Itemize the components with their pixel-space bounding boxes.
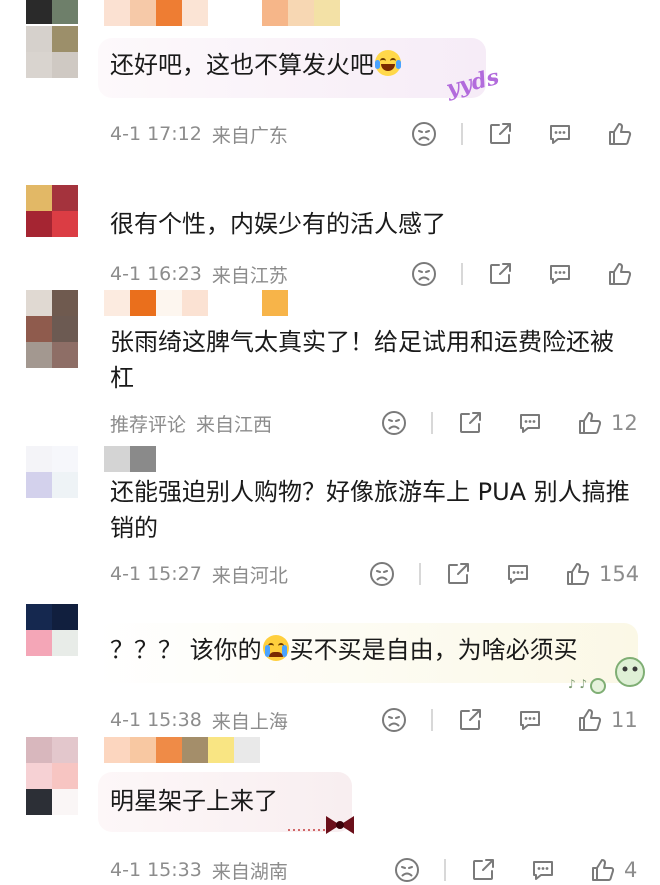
divider bbox=[431, 709, 433, 731]
comment-actions: 154 bbox=[0, 559, 660, 589]
divider bbox=[431, 412, 433, 434]
sad-face-icon bbox=[382, 708, 406, 732]
comment-text: 还好吧，这也不算发火吧 bbox=[110, 47, 645, 83]
like-button[interactable]: 12 bbox=[577, 408, 638, 438]
divider bbox=[461, 263, 463, 285]
dislike-button[interactable] bbox=[394, 855, 420, 885]
comment-actions: 12 bbox=[0, 408, 660, 438]
bow-sticker-icon bbox=[288, 816, 354, 834]
like-count: 12 bbox=[611, 411, 638, 435]
thumbs-up-icon bbox=[567, 563, 590, 585]
comment-icon bbox=[520, 711, 540, 730]
divider bbox=[444, 859, 446, 881]
comment-text: 很有个性，内娱少有的活人感了 bbox=[110, 210, 446, 238]
share-icon bbox=[473, 859, 494, 880]
sad-face-icon bbox=[395, 858, 419, 882]
comment-actions bbox=[0, 259, 660, 289]
comment-icon bbox=[508, 565, 528, 584]
share-button[interactable] bbox=[457, 705, 483, 735]
like-button[interactable]: 154 bbox=[565, 559, 639, 589]
sad-face-icon bbox=[370, 562, 394, 586]
thumbs-up-icon bbox=[579, 709, 602, 731]
share-button[interactable] bbox=[445, 559, 471, 589]
reply-button[interactable] bbox=[505, 559, 531, 589]
comment-actions bbox=[0, 119, 660, 149]
sad-face-icon bbox=[412, 262, 436, 286]
avatar[interactable] bbox=[26, 604, 78, 656]
like-count: 154 bbox=[599, 562, 640, 586]
comment-icon bbox=[533, 861, 553, 880]
username-blurred[interactable] bbox=[104, 737, 260, 763]
username-blurred[interactable] bbox=[104, 0, 208, 26]
dislike-button[interactable] bbox=[369, 559, 395, 589]
thumbs-up-icon bbox=[579, 412, 602, 434]
reply-button[interactable] bbox=[530, 855, 556, 885]
comment-actions: 11 bbox=[0, 705, 660, 735]
reply-button[interactable] bbox=[547, 259, 573, 289]
dislike-button[interactable] bbox=[381, 408, 407, 438]
comment-icon bbox=[550, 125, 570, 144]
username-blurred[interactable] bbox=[262, 290, 288, 316]
comment-text: ？？？ 该你的 买不买是自由，为啥必须买 bbox=[110, 635, 578, 664]
avatar[interactable] bbox=[26, 26, 78, 78]
thumbs-up-icon bbox=[609, 123, 632, 145]
like-button[interactable]: 11 bbox=[577, 705, 638, 735]
crying-emoji-icon bbox=[262, 635, 289, 661]
avatar[interactable] bbox=[26, 446, 78, 498]
share-icon bbox=[490, 263, 511, 284]
share-icon bbox=[490, 123, 511, 144]
sad-face-icon bbox=[412, 122, 436, 146]
laughing-emoji-icon bbox=[375, 50, 401, 76]
share-button[interactable] bbox=[470, 855, 496, 885]
share-button[interactable] bbox=[487, 259, 513, 289]
share-button[interactable] bbox=[487, 119, 513, 149]
svg-text:♪ ♪: ♪ ♪ bbox=[568, 677, 587, 691]
dislike-button[interactable] bbox=[381, 705, 407, 735]
share-button[interactable] bbox=[457, 408, 483, 438]
reply-button[interactable] bbox=[517, 705, 543, 735]
divider bbox=[419, 563, 421, 585]
dislike-button[interactable] bbox=[411, 259, 437, 289]
thumbs-up-icon bbox=[609, 263, 632, 285]
avatar[interactable] bbox=[26, 290, 78, 368]
comment-text: 张雨绮这脾气太真实了！给足试用和运费险还被杠 bbox=[110, 328, 614, 392]
username-blurred[interactable] bbox=[262, 0, 340, 26]
sad-face-icon bbox=[382, 411, 406, 435]
cartoon-sticker-icon: ♪ ♪ bbox=[568, 657, 645, 694]
like-button[interactable]: 4 bbox=[590, 855, 637, 885]
share-icon bbox=[448, 563, 469, 584]
avatar[interactable] bbox=[26, 737, 78, 815]
like-count: 4 bbox=[624, 858, 638, 882]
like-count: 11 bbox=[611, 708, 638, 732]
reply-button[interactable] bbox=[517, 408, 543, 438]
comment-text: 明星架子上来了 bbox=[110, 787, 278, 815]
like-button[interactable] bbox=[607, 119, 641, 149]
avatar[interactable] bbox=[26, 0, 78, 24]
dislike-button[interactable] bbox=[411, 119, 437, 149]
divider bbox=[461, 123, 463, 145]
like-button[interactable] bbox=[607, 259, 641, 289]
comment-icon bbox=[520, 414, 540, 433]
avatar[interactable] bbox=[26, 185, 78, 237]
reply-button[interactable] bbox=[547, 119, 573, 149]
share-icon bbox=[460, 709, 481, 730]
comment-icon bbox=[550, 265, 570, 284]
username-blurred[interactable] bbox=[104, 290, 208, 316]
comment-text: 还能强迫别人购物？好像旅游车上 PUA 别人搞推销的 bbox=[110, 478, 630, 542]
thumbs-up-icon bbox=[592, 859, 615, 881]
comment-actions: 4 bbox=[0, 855, 660, 885]
share-icon bbox=[460, 412, 481, 433]
username-blurred[interactable] bbox=[104, 446, 156, 472]
